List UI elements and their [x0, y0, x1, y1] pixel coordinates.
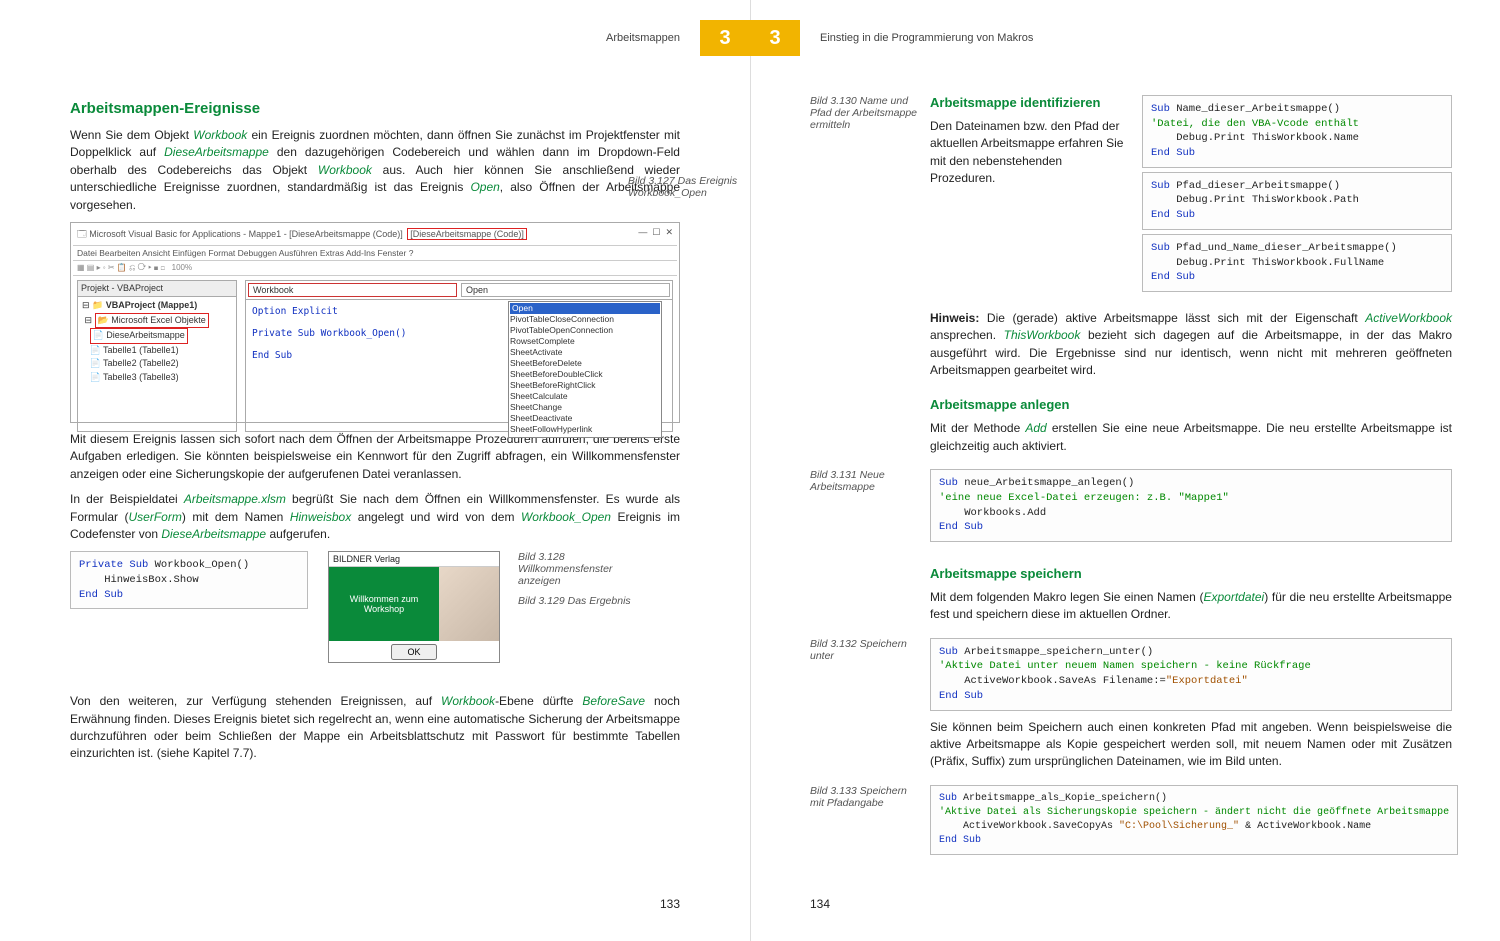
welcome-titlebar: BILDNER Verlag	[329, 552, 499, 567]
tree-folder-highlight: 📂 Microsoft Excel Objekte	[95, 313, 209, 329]
caption-3-127: Bild 3.127 Das Ereignis Workbook_Open	[628, 175, 758, 199]
left-page: Arbeitsmappen 3 Arbeitsmappen-Ereignisse…	[0, 0, 750, 941]
welcome-message: Willkommen zum Workshop	[329, 567, 439, 641]
hint-label: Hinweis:	[930, 311, 979, 325]
code-savecopy: Sub Arbeitsmappe_als_Kopie_speichern() '…	[930, 785, 1458, 855]
object-dropdown: Workbook	[248, 283, 457, 297]
ide-toolbar: ▦ ▤ ▸ ◦ ✂ 📋 ⎌ ⟳ ▸ ◼ ◻ 100%	[73, 261, 677, 276]
chapter-number: 3	[700, 20, 750, 56]
code-welcome: Private Sub Workbook_Open() HinweisBox.S…	[70, 551, 308, 609]
chapter-number: 3	[750, 20, 800, 56]
code-path: Sub Pfad_dieser_Arbeitsmappe() Debug.Pri…	[1142, 172, 1452, 230]
heading-create: Arbeitsmappe anlegen	[930, 397, 1452, 412]
header-left: Arbeitsmappen 3	[586, 20, 750, 56]
para-r1: Den Dateinamen bzw. den Pfad der aktuell…	[930, 118, 1130, 188]
para-hint: Hinweis: Die (gerade) aktive Arbeitsmapp…	[930, 310, 1452, 380]
term-open: Open	[470, 180, 499, 194]
caption-3-130: Bild 3.130 Name und Pfad der Arbeitsmapp…	[810, 95, 930, 296]
heading-identify: Arbeitsmappe identifizieren	[930, 95, 1130, 110]
code-pane: Workbook Open Option Explicit Private Su…	[245, 280, 673, 432]
page-number-right: 134	[810, 897, 830, 911]
term-exportdatei: Exportdatei	[1204, 590, 1265, 604]
code-saveas: Sub Arbeitsmappe_speichern_unter() 'Akti…	[930, 638, 1452, 711]
term-diesearbeitsmappe: DieseArbeitsmappe	[164, 145, 269, 159]
para-2: Mit diesem Ereignis lassen sich sofort n…	[70, 431, 680, 483]
code-fullname: Sub Pfad_und_Name_dieser_Arbeitsmappe() …	[1142, 234, 1452, 292]
para-r2: Mit der Methode Add erstellen Sie eine n…	[930, 420, 1452, 455]
welcome-photo	[439, 567, 499, 641]
event-list-dropdown: Open PivotTableCloseConnection PivotTabl…	[508, 301, 662, 438]
caption-3-128: Bild 3.128 Willkommensfenster anzeigen	[518, 551, 648, 587]
caption-3-133: Bild 3.133 Speichern mit Pfadangabe	[810, 785, 930, 855]
header-right: 3 Einstieg in die Programmierung von Mak…	[750, 20, 1053, 56]
ide-menubar: Datei Bearbeiten Ansicht Einfügen Format…	[73, 246, 677, 261]
para-4: Von den weiteren, zur Verfügung stehende…	[70, 693, 680, 763]
figure-welcome-dialog: BILDNER Verlag Willkommen zum Workshop O…	[328, 551, 500, 663]
code-add: Sub neue_Arbeitsmappe_anlegen() 'eine ne…	[930, 469, 1452, 542]
caption-3-131: Bild 3.131 Neue Arbeitsmappe	[810, 469, 930, 542]
heading-events: Arbeitsmappen-Ereignisse	[70, 100, 680, 117]
para-1: Wenn Sie dem Objekt Workbook ein Ereigni…	[70, 127, 680, 214]
term-add: Add	[1025, 421, 1046, 435]
event-dropdown: Open	[461, 283, 670, 297]
right-page: 3 Einstieg in die Programmierung von Mak…	[750, 0, 1500, 941]
term-workbook: Workbook	[193, 128, 247, 142]
caption-3-129: Bild 3.129 Das Ergebnis	[518, 595, 648, 607]
caption-3-132: Bild 3.132 Speichern unter	[810, 638, 930, 779]
para-3: In der Beispieldatei Arbeitsmappe.xlsm b…	[70, 491, 680, 543]
figure-vba-ide: 🗔 Microsoft Visual Basic for Application…	[70, 222, 680, 423]
page-spread: Arbeitsmappen 3 Arbeitsmappen-Ereignisse…	[0, 0, 1500, 941]
ok-button[interactable]: OK	[391, 644, 436, 660]
heading-save: Arbeitsmappe speichern	[930, 566, 1452, 581]
term-thisworkbook: ThisWorkbook	[1004, 328, 1081, 342]
code-name: Sub Name_dieser_Arbeitsmappe() 'Datei, d…	[1142, 95, 1452, 168]
project-explorer: Projekt - VBAProject ⊟ 📁 VBAProject (Map…	[77, 280, 237, 432]
para-r3: Mit dem folgenden Makro legen Sie einen …	[930, 589, 1452, 624]
tree-item-highlight: 📄 DieseArbeitsmappe	[90, 328, 188, 344]
ide-title-highlight: [DieseArbeitsmappe (Code)]	[407, 228, 527, 240]
ide-window-title: 🗔 Microsoft Visual Basic for Application…	[73, 225, 677, 246]
header-left-title: Arbeitsmappen	[586, 32, 700, 44]
term-beforesave: BeforeSave	[582, 694, 645, 708]
page-number-left: 133	[660, 897, 680, 911]
term-file: Arbeitsmappe.xlsm	[184, 492, 286, 506]
header-right-title: Einstieg in die Programmierung von Makro…	[800, 32, 1053, 44]
term-activeworkbook: ActiveWorkbook	[1365, 311, 1452, 325]
para-r4: Sie können beim Speichern auch einen kon…	[930, 719, 1452, 771]
